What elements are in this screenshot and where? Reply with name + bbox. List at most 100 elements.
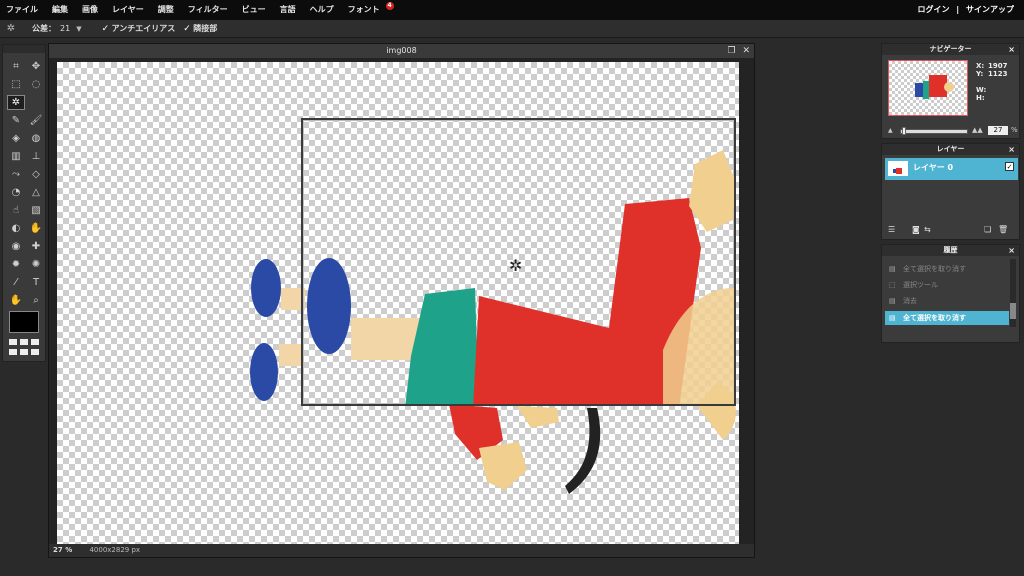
h-label: H:: [976, 94, 985, 102]
layer-settings-icon[interactable]: ⇆: [924, 225, 931, 234]
image-canvas[interactable]: ✲: [57, 62, 739, 545]
layers-titlebar[interactable]: レイヤー ×: [882, 144, 1019, 155]
pencil-icon[interactable]: ✎: [7, 113, 25, 128]
menu-filter[interactable]: フィルター: [182, 0, 236, 20]
history-step-icon: ▤: [889, 314, 896, 322]
layer-toolbar: ☰ ◙ ⇆ ❏ 🗑: [888, 225, 1014, 235]
menu-edit[interactable]: 編集: [46, 0, 76, 20]
login-link[interactable]: ログイン: [917, 5, 949, 14]
eraser-icon[interactable]: ◈: [7, 131, 25, 146]
bloat-icon[interactable]: ✹: [7, 257, 25, 272]
toolbox: ⌗ ✥ ⬚ ◌ ✲ ✎ 🖌 ◈ ◍ ▥ ⊥ ⤳ ◇ ◔ △ ☝ ▧ ◐ ✋ ◉ ✚ ✹ ✺ ⁄ T ✋ ⌕: [2, 44, 46, 362]
layers-title: レイヤー: [936, 145, 965, 153]
auth-links: ログイン | サインアップ: [915, 0, 1016, 20]
layer-item[interactable]: レイヤー 0 ✓: [885, 158, 1018, 180]
close-icon[interactable]: ×: [1008, 44, 1015, 55]
selection-marquee: ✲: [301, 118, 736, 406]
document-titlebar[interactable]: img008 ❐ ✕: [49, 44, 754, 58]
zoom-icon[interactable]: ⌕: [27, 293, 45, 308]
sharpen-icon[interactable]: △: [27, 185, 45, 200]
magic-wand-icon[interactable]: ✲: [7, 95, 25, 110]
menu-file[interactable]: ファイル: [0, 0, 46, 20]
history-item[interactable]: ⬚ 選択ツール: [885, 278, 1009, 292]
toolbox-grip[interactable]: [3, 45, 45, 53]
menu-font-label: フォント: [347, 5, 380, 14]
brush-icon[interactable]: 🖌: [27, 113, 45, 128]
foreground-color-swatch[interactable]: [9, 311, 39, 333]
magic-wand-cursor-icon: ✲: [509, 256, 523, 275]
zoom-in-icon[interactable]: ▲▲: [972, 126, 983, 134]
selection-tool-icon: ⬚: [889, 281, 896, 289]
history-titlebar[interactable]: 履歴 ×: [882, 245, 1019, 256]
dodge-icon[interactable]: ◐: [7, 221, 25, 236]
paint-bucket-icon[interactable]: ◍: [27, 131, 45, 146]
blur-icon[interactable]: ◔: [7, 185, 25, 200]
tolerance-input[interactable]: 21: [60, 24, 70, 33]
type-icon[interactable]: T: [27, 275, 45, 290]
menu-image[interactable]: 画像: [76, 0, 106, 20]
history-item-label: 全て選択を取り消す: [903, 314, 966, 322]
history-panel: 履歴 × ▤ 全て選択を取り消す ⬚ 選択ツール ▤ 消去 ▤ 全て選択を取り消す: [881, 244, 1020, 343]
drawing-icon[interactable]: ◇: [27, 167, 45, 182]
zoom-slider-handle[interactable]: [902, 127, 906, 135]
smudge-icon[interactable]: ☝: [7, 203, 25, 218]
document-title: img008: [386, 46, 417, 55]
navigator-titlebar[interactable]: ナビゲーター ×: [882, 44, 1019, 55]
restore-icon[interactable]: ❐: [728, 46, 736, 56]
navigator-title: ナビゲーター: [929, 45, 972, 53]
zoom-out-icon[interactable]: ▲: [888, 127, 893, 134]
new-layer-icon[interactable]: ❏: [984, 225, 991, 234]
x-label: X:: [976, 62, 985, 70]
history-item[interactable]: ▤ 全て選択を取り消す: [885, 262, 1009, 276]
delete-layer-icon[interactable]: 🗑: [998, 225, 1008, 234]
notification-badge: 4: [385, 2, 394, 10]
history-scrollbar[interactable]: [1010, 259, 1016, 327]
y-value: 1123: [988, 70, 1008, 78]
contiguous-label: 隣接部: [193, 24, 218, 33]
pinch-icon[interactable]: ✺: [27, 257, 45, 272]
navigator-zoom: ▲ ▲▲ 27 %: [888, 126, 1018, 136]
navigator-zoom-input[interactable]: 27: [988, 126, 1008, 135]
spot-heal-icon[interactable]: ✚: [27, 239, 45, 254]
move-icon[interactable]: ✥: [27, 59, 45, 74]
lasso-icon[interactable]: ◌: [27, 77, 45, 92]
sponge-icon[interactable]: ▧: [27, 203, 45, 218]
navigator-zoom-unit: %: [1011, 126, 1018, 134]
zoom-input[interactable]: 27: [49, 544, 63, 557]
signup-link[interactable]: サインアップ: [966, 5, 1014, 14]
close-icon[interactable]: ×: [1008, 245, 1015, 256]
antialias-label: アンチエイリアス: [111, 24, 176, 33]
menu-language[interactable]: 言語: [274, 0, 304, 20]
tool-slot-empty: [27, 95, 45, 110]
burn-icon[interactable]: ✋: [27, 221, 45, 236]
antialias-checkbox[interactable]: ✓ アンチエイリアス: [102, 23, 176, 34]
close-icon[interactable]: ✕: [742, 46, 750, 56]
history-item-active[interactable]: ▤ 全て選択を取り消す: [885, 311, 1009, 325]
menubar: ファイル 編集 画像 レイヤー 調整 フィルター ビュー 言語 ヘルプ フォント…: [0, 0, 1024, 20]
color-picker-icon[interactable]: ⁄: [7, 275, 25, 290]
navigator-thumbnail[interactable]: [888, 60, 968, 116]
history-item[interactable]: ▤ 消去: [885, 294, 1009, 308]
menu-help[interactable]: ヘルプ: [304, 0, 342, 20]
menu-font[interactable]: フォント 4: [342, 0, 394, 20]
contiguous-checkbox[interactable]: ✓ 隣接部: [183, 23, 217, 34]
layer-visibility-checkbox[interactable]: ✓: [1005, 162, 1014, 171]
zoom-slider-track[interactable]: [900, 129, 968, 134]
hand-icon[interactable]: ✋: [7, 293, 25, 308]
chevron-down-icon[interactable]: ▼: [76, 25, 81, 33]
color-presets-icon[interactable]: [9, 339, 39, 355]
menu-view[interactable]: ビュー: [236, 0, 274, 20]
cursor-info: X: 1907 Y: 1123 W: H:: [976, 62, 1007, 102]
layer-styles-icon[interactable]: ☰: [888, 225, 895, 234]
red-eye-icon[interactable]: ◉: [7, 239, 25, 254]
gradient-icon[interactable]: ▥: [7, 149, 25, 164]
crop-icon[interactable]: ⌗: [7, 59, 25, 74]
menu-layer[interactable]: レイヤー: [106, 0, 152, 20]
close-icon[interactable]: ×: [1008, 144, 1015, 155]
layer-mask-icon[interactable]: ◙: [912, 225, 920, 234]
clone-stamp-icon[interactable]: ⊥: [27, 149, 45, 164]
menu-adjust[interactable]: 調整: [152, 0, 182, 20]
scrollbar-thumb[interactable]: [1010, 303, 1016, 319]
color-replace-icon[interactable]: ⤳: [7, 167, 25, 182]
marquee-icon[interactable]: ⬚: [7, 77, 25, 92]
